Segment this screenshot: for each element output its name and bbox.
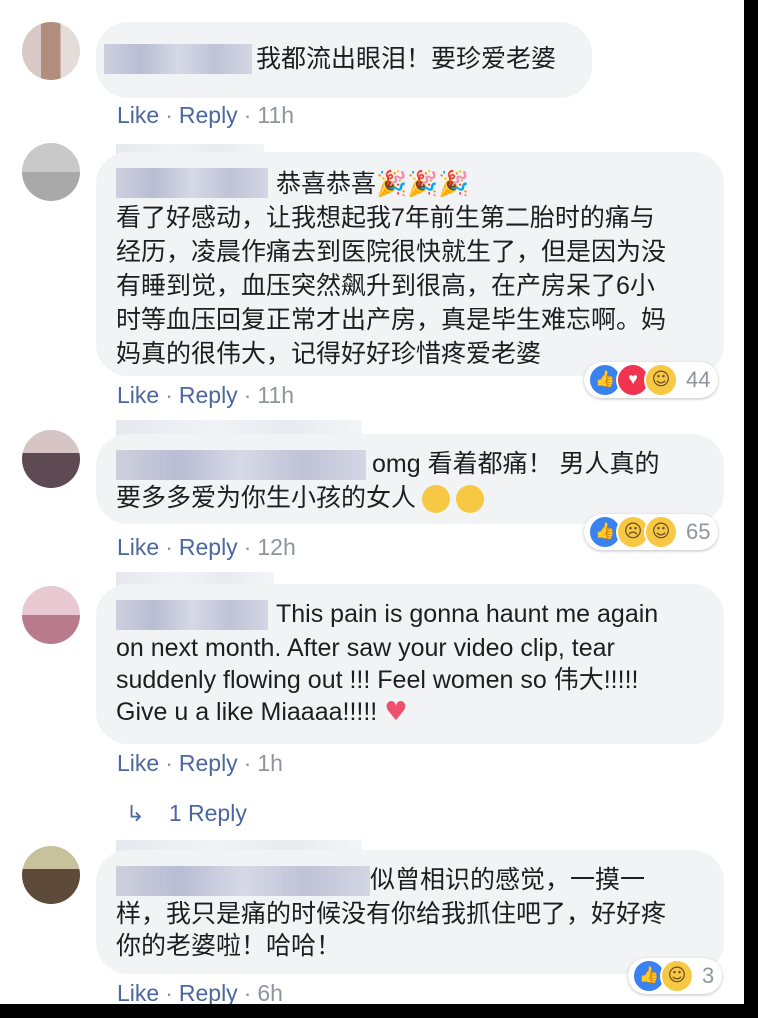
timestamp[interactable]: 6h	[257, 980, 283, 1004]
comment-actions: Like · Reply · 11h	[117, 382, 295, 408]
reaction-summary[interactable]: 👍 ☺ 3	[628, 958, 723, 994]
comment-text: 我都流出眼泪！要珍爱老婆	[256, 45, 557, 73]
reaction-count: 65	[686, 519, 711, 544]
haha-icon: ☺	[660, 959, 694, 993]
heart-icon: ♥	[384, 697, 408, 727]
timestamp[interactable]: 11h	[257, 102, 294, 128]
comment-bubble: 恭喜恭喜🎉🎉🎉 看了好感动，让我想起我7年前生第二胎时的痛与 经历，凌晨作痛去到…	[96, 152, 724, 376]
comment-text-line: This pain is gonna haunt me again	[276, 600, 659, 628]
avatar[interactable]	[22, 430, 80, 488]
comment-text-line: 时等血压回复正常才出产房，真是毕生难忘啊。妈	[116, 306, 667, 334]
comment-text-line: 妈真的很伟大，记得好好珍惜疼爱老婆	[116, 340, 542, 368]
comment-text-line: Give u a like Miaaaa!!!!! ♥	[116, 696, 408, 728]
comment-bubble: omg 看着都痛！ 男人真的 要多多爱为你生小孩的女人	[96, 434, 724, 524]
reaction-summary[interactable]: 👍 ☹ ☺ 65	[584, 514, 719, 550]
comment-text-line: 经历，凌晨作痛去到医院很快就生了，但是因为没	[116, 238, 667, 266]
reply-link[interactable]: Reply	[179, 534, 238, 560]
comment-text-line: on next month. After saw your video clip…	[116, 634, 615, 662]
view-replies-link[interactable]: ↳ 1 Reply	[126, 800, 247, 827]
comment-bubble: This pain is gonna haunt me again on nex…	[96, 584, 724, 744]
like-link[interactable]: Like	[117, 382, 159, 408]
like-link[interactable]: Like	[117, 534, 159, 560]
comment-text: 要多多爱为你生小孩的女人	[116, 484, 417, 512]
author-name-blurred[interactable]	[104, 44, 252, 74]
like-link[interactable]: Like	[117, 750, 159, 776]
comment-thread: 我都流出眼泪！要珍爱老婆 Like · Reply · 11h 恭喜恭喜🎉🎉🎉 看了好感…	[0, 0, 744, 1004]
reaction-count: 44	[686, 367, 711, 392]
reply-link[interactable]: Reply	[179, 980, 238, 1004]
comment-actions: Like · Reply · 1h	[117, 750, 283, 776]
avatar[interactable]	[22, 586, 80, 644]
comment-text-line: omg 看着都痛！ 男人真的	[372, 450, 660, 478]
comment-actions: Like · Reply · 12h	[117, 534, 296, 560]
reply-arrow-icon: ↳	[126, 802, 145, 827]
comment-bubble: 我都流出眼泪！要珍爱老婆	[96, 22, 592, 98]
avatar[interactable]	[22, 22, 80, 80]
author-name-blurred[interactable]	[116, 866, 370, 896]
comment-text-line: 看了好感动，让我想起我7年前生第二胎时的痛与	[116, 204, 655, 232]
reaction-count: 3	[702, 963, 715, 988]
reaction-summary[interactable]: 👍 ♥ ☺ 44	[584, 362, 719, 398]
comment-actions: Like · Reply · 11h	[117, 102, 295, 128]
haha-icon: ☺	[644, 515, 678, 549]
comment-text-line: suddenly flowing out !!! Feel women so 伟…	[116, 666, 639, 694]
comment-text-line: 你的老婆啦！哈哈！	[116, 932, 342, 960]
comment-text-line: 似曾相识的感觉，一摸一	[370, 866, 646, 894]
author-name-blurred[interactable]	[116, 450, 366, 480]
crying-face-icon	[456, 485, 485, 514]
timestamp[interactable]: 1h	[257, 750, 283, 776]
comment-bubble: 似曾相识的感觉，一摸一 样，我只是痛的时候没有你给我抓住吧了，好好疼 你的老婆啦…	[96, 850, 724, 974]
replies-count-label: 1 Reply	[168, 800, 247, 826]
comment-text-line: 有睡到觉，血压突然飙升到很高，在产房呆了6小	[116, 272, 655, 300]
author-name-blurred[interactable]	[116, 600, 268, 630]
timestamp[interactable]: 11h	[257, 382, 294, 408]
reply-link[interactable]: Reply	[179, 750, 238, 776]
timestamp[interactable]: 12h	[257, 534, 295, 560]
haha-icon: ☺	[644, 363, 678, 397]
author-name-blurred[interactable]	[116, 168, 268, 198]
crying-face-icon	[422, 485, 451, 514]
comment-text-line: 样，我只是痛的时候没有你给我抓住吧了，好好疼	[116, 900, 667, 928]
avatar[interactable]	[22, 143, 80, 201]
comment-text-line: 恭喜恭喜🎉🎉🎉	[276, 170, 470, 198]
comment-text: Give u a like Miaaaa!!!!!	[116, 698, 378, 726]
avatar[interactable]	[22, 846, 80, 904]
like-link[interactable]: Like	[117, 102, 159, 128]
like-link[interactable]: Like	[117, 980, 159, 1004]
reply-link[interactable]: Reply	[179, 382, 238, 408]
comment-text-line: 要多多爱为你生小孩的女人	[116, 482, 485, 514]
comment-actions: Like · Reply · 6h	[117, 980, 283, 1004]
reply-link[interactable]: Reply	[179, 102, 238, 128]
